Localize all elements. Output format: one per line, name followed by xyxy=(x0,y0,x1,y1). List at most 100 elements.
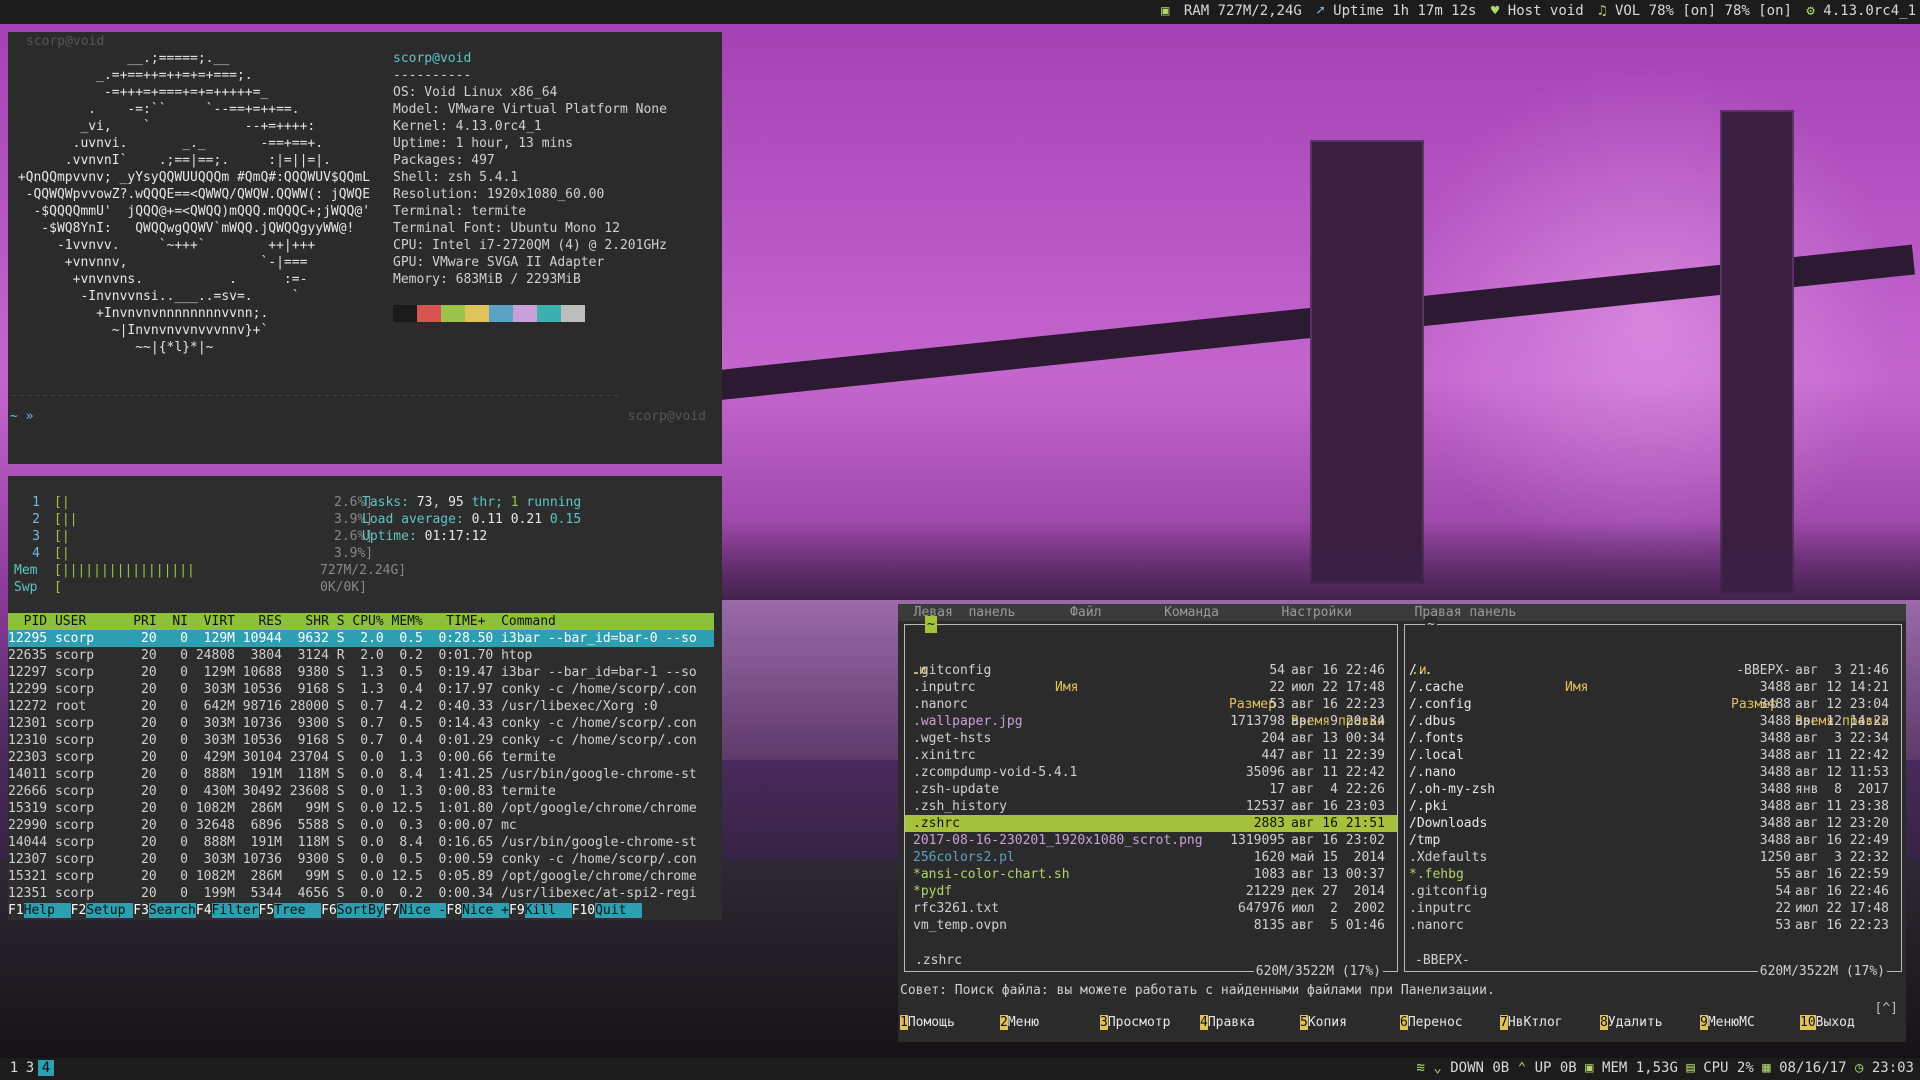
file-row[interactable]: 2017-08-16-230201_1920x1080_scrot.png 131… xyxy=(905,832,1397,849)
mc-fkey[interactable]: 10Выход xyxy=(1800,1014,1900,1031)
file-row[interactable]: /.local 3488 авг 11 22:42 xyxy=(1405,747,1901,764)
file-row[interactable]: *.fehbg 55 авг 16 22:59 xyxy=(1405,866,1901,883)
ram-icon: ▣ xyxy=(1160,3,1170,19)
workspace-button[interactable]: 1 xyxy=(6,1060,22,1076)
cpu-meter: 2 [|| 3.9%] xyxy=(14,511,406,528)
mc-fkey[interactable]: 1Помощь xyxy=(900,1014,1000,1031)
process-list[interactable]: 12295 scorp 20 0 129M 10944 9632 S 2.0 0… xyxy=(8,630,714,902)
color-swatch xyxy=(441,305,465,322)
file-size: 3488 xyxy=(1759,714,1791,729)
process-row[interactable]: 14011 scorp 20 0 888M 191M 118M S 0.0 8.… xyxy=(8,766,714,783)
fkey-help-button[interactable]: Help xyxy=(23,903,71,918)
file-row[interactable]: /.cache 3488 авг 12 14:21 xyxy=(1405,679,1901,696)
file-row[interactable]: .nanorc 53 авг 16 22:23 xyxy=(1405,917,1901,934)
mc-fkey[interactable]: 8Удалить xyxy=(1600,1014,1700,1031)
left-panel[interactable]: ~ .и Имя Размер Время правки .gitconfig 5… xyxy=(904,616,1398,980)
file-row[interactable]: rfc3261.txt 647976 июл 2 2002 xyxy=(905,900,1397,917)
file-time: авг 13 00:34 xyxy=(1291,731,1385,746)
process-row[interactable]: 14044 scorp 20 0 888M 191M 118M S 0.0 8.… xyxy=(8,834,714,851)
file-size: 35096 xyxy=(1245,765,1285,780)
file-time: авг 12 23:04 xyxy=(1795,697,1889,712)
mc-fkey[interactable]: 9МенюМС xyxy=(1700,1014,1800,1031)
process-row[interactable]: 12272 root 20 0 642M 98716 28000 S 0.7 4… xyxy=(8,698,714,715)
htop-window[interactable]: 1 [| 2.6%] 2 [|| 3.9%] 3 [| 2.6%] 4 [| 3.9%] Mem [|||… xyxy=(8,476,722,920)
fkey-kill-button[interactable]: Kill xyxy=(524,903,572,918)
file-row[interactable]: /.. -ВВЕРХ-авг 3 21:46 xyxy=(1405,662,1901,679)
fkey-sortby-button[interactable]: SortBy xyxy=(336,903,384,918)
top-status-bar: ▣ RAM 727M/2,24G ➚ Uptime 1h 17m 12s ♥ H… xyxy=(0,0,1920,24)
process-row[interactable]: 12307 scorp 20 0 303M 10736 9300 S 0.0 0… xyxy=(8,851,714,868)
mc-menu-bar[interactable]: Левая панель Файл Команда Настройки Прав… xyxy=(898,604,1906,621)
file-row[interactable]: .zsh-update 17 авг 4 22:26 xyxy=(905,781,1397,798)
process-row[interactable]: 12295 scorp 20 0 129M 10944 9632 S 2.0 0… xyxy=(8,630,714,647)
fkey-search-button[interactable]: Search xyxy=(148,903,196,918)
workspace-button[interactable]: 3 xyxy=(22,1060,38,1076)
process-row[interactable]: 22635 scorp 20 0 24808 3804 3124 R 2.0 0… xyxy=(8,647,714,664)
process-row[interactable]: 12310 scorp 20 0 303M 10536 9168 S 0.7 0… xyxy=(8,732,714,749)
mc-fkey[interactable]: 5Копия xyxy=(1300,1014,1400,1031)
right-panel[interactable]: ~ .и Имя Размер Время правки /.. -ВВЕРХ-а… xyxy=(1404,616,1902,980)
info-line: Resolution: 1920x1080_60.00 xyxy=(393,187,605,202)
file-row[interactable]: .zsh_history 12537 авг 16 23:03 xyxy=(905,798,1397,815)
date-status: 08/16/17 xyxy=(1779,1060,1847,1076)
file-row[interactable]: .wallpaper.jpg 1713798 авг 9 20:34 xyxy=(905,713,1397,730)
terminal-window[interactable]: scorp@void __.;=====;.__ _.=+==++=++=+=+… xyxy=(8,32,722,464)
process-row[interactable]: 12297 scorp 20 0 129M 10688 9380 S 1.3 0… xyxy=(8,664,714,681)
workspace-button[interactable]: 4 xyxy=(38,1060,54,1076)
file-row[interactable]: .Xdefaults 1250 авг 3 22:32 xyxy=(1405,849,1901,866)
file-row[interactable]: .xinitrc 447 авг 11 22:39 xyxy=(905,747,1397,764)
process-row[interactable]: 15319 scorp 20 0 1082M 286M 99M S 0.0 12… xyxy=(8,800,714,817)
file-row[interactable]: /tmp 3488 авг 16 22:49 xyxy=(1405,832,1901,849)
file-name: rfc3261.txt xyxy=(913,901,1000,916)
fkey-label: Меню xyxy=(1007,1015,1040,1030)
process-row[interactable]: 22303 scorp 20 0 429M 30104 23704 S 0.0 … xyxy=(8,749,714,766)
process-row[interactable]: 12351 scorp 20 0 199M 5344 4656 S 0.0 0.… xyxy=(8,885,714,902)
file-row[interactable]: .nanorc 53 авг 16 22:23 xyxy=(905,696,1397,713)
info-line: Uptime: 1 hour, 13 mins xyxy=(393,136,574,151)
process-row[interactable]: 12299 scorp 20 0 303M 10536 9168 S 1.3 0… xyxy=(8,681,714,698)
fkey-nice--button[interactable]: Nice + xyxy=(462,903,509,918)
fkey-nice--button[interactable]: Nice - xyxy=(399,903,447,918)
file-row[interactable]: /.oh-my-zsh 3488 янв 8 2017 xyxy=(1405,781,1901,798)
time-status: 23:03 xyxy=(1871,1060,1914,1076)
process-row[interactable]: 12301 scorp 20 0 303M 10736 9300 S 0.7 0… xyxy=(8,715,714,732)
process-row[interactable]: 15321 scorp 20 0 1082M 286M 99M S 0.0 12… xyxy=(8,868,714,885)
process-table-header[interactable]: PID USER PRI NI VIRT RES SHR S CPU% MEM%… xyxy=(8,613,714,630)
htop-function-keys: F1Help F2Setup F3SearchF4FilterF5Tree F6… xyxy=(8,902,714,919)
mc-fkey[interactable]: 3Просмотр xyxy=(1100,1014,1200,1031)
file-row[interactable]: 256colors2.pl 1620 май 15 2014 xyxy=(905,849,1397,866)
midnight-commander-window[interactable]: Левая панель Файл Команда Настройки Прав… xyxy=(898,604,1906,1042)
shell-prompt[interactable]: ~ » xyxy=(10,408,33,425)
file-row[interactable]: /.pki 3488 авг 11 23:38 xyxy=(1405,798,1901,815)
file-row[interactable]: .gitconfig 54 авг 16 22:46 xyxy=(905,662,1397,679)
file-row[interactable]: .gitconfig 54 авг 16 22:46 xyxy=(1405,883,1901,900)
file-row[interactable]: vm_temp.ovpn 8135 авг 5 01:46 xyxy=(905,917,1397,934)
fkey-filter-button[interactable]: Filter xyxy=(211,903,259,918)
fkey-setup-button[interactable]: Setup xyxy=(86,903,134,918)
mc-fkey[interactable]: 6Перенос xyxy=(1400,1014,1500,1031)
fkey-tree-button[interactable]: Tree xyxy=(274,903,322,918)
fkey-quit-button[interactable]: Quit xyxy=(595,903,643,918)
file-row[interactable]: .inputrc 22 июл 22 17:48 xyxy=(905,679,1397,696)
volume-status[interactable]: VOL 78% [on] 78% [on] xyxy=(1615,3,1792,19)
fkey-number: F5 xyxy=(258,903,275,918)
file-row[interactable]: .zcompdump-void-5.4.1 35096 авг 11 22:42 xyxy=(905,764,1397,781)
file-row[interactable]: *ansi-color-chart.sh 1083 авг 13 00:37 xyxy=(905,866,1397,883)
mc-fkey[interactable]: 2Меню xyxy=(1000,1014,1100,1031)
file-row[interactable]: /.config 3488 авг 12 23:04 xyxy=(1405,696,1901,713)
mc-fkey[interactable]: 7НвКтлог xyxy=(1500,1014,1600,1031)
file-size: 53 xyxy=(1269,697,1285,712)
file-size: 3488 xyxy=(1759,782,1791,797)
mc-fkey[interactable]: 4Правка xyxy=(1200,1014,1300,1031)
process-row[interactable]: 22990 scorp 20 0 32648 6896 5588 S 0.0 0… xyxy=(8,817,714,834)
file-row[interactable]: /Downloads 3488 авг 12 23:20 xyxy=(1405,815,1901,832)
file-row[interactable]: /.nano 3488 авг 12 11:53 xyxy=(1405,764,1901,781)
fkey-label: Перенос xyxy=(1407,1015,1463,1030)
file-row[interactable]: .wget-hsts 204 авг 13 00:34 xyxy=(905,730,1397,747)
process-row[interactable]: 22666 scorp 20 0 430M 30492 23608 S 0.0 … xyxy=(8,783,714,800)
file-row[interactable]: /.fonts 3488 авг 3 22:34 xyxy=(1405,730,1901,747)
file-row[interactable]: *pydf 21229 дек 27 2014 xyxy=(905,883,1397,900)
file-row[interactable]: /.dbus 3488 авг 12 14:23 xyxy=(1405,713,1901,730)
file-row[interactable]: .inputrc 22 июл 22 17:48 xyxy=(1405,900,1901,917)
file-row[interactable]: .zshrc 2883 авг 16 21:51 xyxy=(905,815,1397,832)
